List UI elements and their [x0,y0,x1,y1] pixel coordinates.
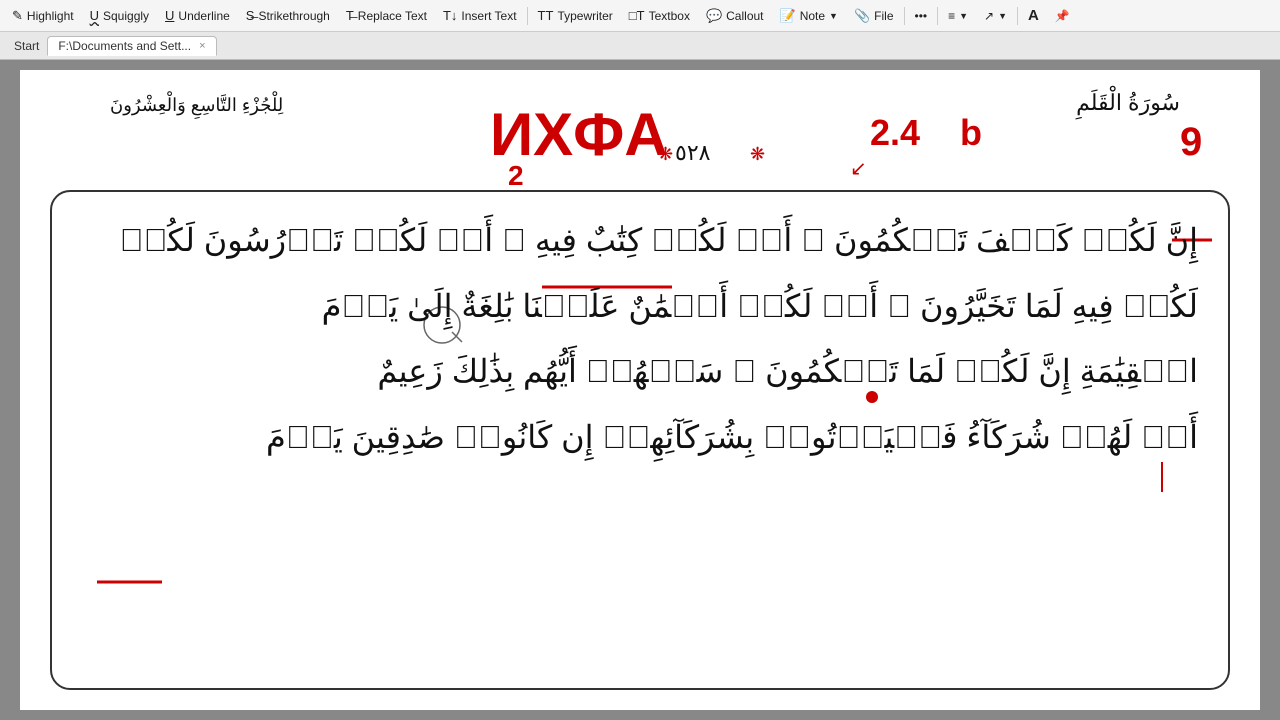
typewriter-label: Typewriter [557,9,612,23]
highlight-icon: ✎ [12,8,23,24]
arrow-dropdown-icon: ▼ [998,11,1007,21]
arabic-line-4: أَمۡ لَهُمۡ شُرَكَآءُ فَلۡيَأۡتُوا۟ بِشُ… [82,409,1198,467]
svg-text:2.4: 2.4 [870,112,920,153]
svg-text:٥٢٨: ٥٢٨ [675,140,711,165]
separator-3 [937,7,938,25]
strikethrough-label: Strikethrough [258,9,329,23]
note-icon: 📝 [780,8,796,24]
svg-text:2: 2 [508,160,524,190]
active-tab-label: F:\Documents and Sett... [58,39,191,53]
svg-text:❋: ❋ [750,144,765,164]
callout-label: Callout [726,9,763,23]
separator-2 [904,7,905,25]
document-page: سُورَةُ الْقَلَمِ لِلْجُزْءِ التَّاسِعِ … [20,70,1260,710]
callout-icon: 💬 [706,8,722,24]
arabic-line-2: لَكُمۡ فِيهِ لَمَا تَخَيَّرُونَ ۞ أَمۡ ل… [82,278,1198,336]
callout-tool[interactable]: 💬 Callout [698,5,772,27]
typewriter-icon: TT [538,8,554,23]
pin-button[interactable]: 📌 [1047,6,1078,26]
toolbar: ✎ Highlight U Squiggly U Underline S̶ St… [0,0,1280,32]
font-button[interactable]: A [1020,4,1047,27]
file-icon: 📎 [854,8,870,24]
note-dropdown-icon: ▼ [829,11,838,21]
note-tool[interactable]: 📝 Note ▼ [772,5,846,27]
separator-4 [1017,7,1018,25]
font-icon: A [1028,7,1039,24]
arrow-button[interactable]: ↗ ▼ [976,6,1015,26]
highlight-label: Highlight [27,9,74,23]
file-label: File [874,9,893,23]
start-tab[interactable]: Start [6,37,47,55]
textbox-icon: □T [629,8,645,23]
tab-close-button[interactable]: × [199,40,205,52]
squiggly-label: Squiggly [103,9,149,23]
svg-text:ИXФA: ИXФA [490,101,668,168]
strikethrough-icon: S̶ [246,8,255,23]
note-label: Note [800,9,825,23]
squiggly-tool[interactable]: U Squiggly [82,5,157,26]
svg-text:↙: ↙ [850,158,867,180]
arabic-line-1: إِنَّ لَكُمۡ كَيۡفَ تَحۡكُمُونَ ۞ أَمۡ ل… [82,212,1198,270]
textbox-label: Textbox [649,9,690,23]
active-tab[interactable]: F:\Documents and Sett... × [47,36,216,56]
layout-icon: ≡ [948,9,955,23]
layout-dropdown-icon: ▼ [959,11,968,21]
layout-button[interactable]: ≡ ▼ [940,6,976,26]
svg-text:b: b [960,112,982,153]
insert-text-icon: T↓ [443,8,457,23]
replace-text-icon: T̶ [346,8,354,23]
pin-icon: 📌 [1055,9,1070,23]
insert-text-label: Insert Text [461,9,516,23]
svg-text:❋: ❋ [658,144,673,164]
top-annotation-svg: ИXФA ❋ ❋ ٥٢٨ 2 2.4 b ↙ 9 p 2 1 9 [50,80,1230,190]
replace-text-label: Replace Text [358,9,427,23]
more-tools-button[interactable]: ••• [907,6,936,26]
top-annotations: سُورَةُ الْقَلَمِ لِلْجُزْءِ التَّاسِعِ … [50,80,1230,190]
underline-icon: U [165,8,174,23]
strikethrough-tool[interactable]: S̶ Strikethrough [238,5,338,26]
main-content: سُورَةُ الْقَلَمِ لِلْجُزْءِ التَّاسِعِ … [0,60,1280,720]
start-label: Start [14,39,39,53]
arrow-icon: ↗ [984,9,994,23]
separator-1 [527,7,528,25]
file-tool[interactable]: 📎 File [846,5,902,27]
arabic-line-3: الۡقِيَٰمَةِ إِنَّ لَكُمۡ لَمَا تَحۡكُمُ… [82,343,1198,401]
insert-text-tool[interactable]: T↓ Insert Text [435,5,525,26]
replace-text-tool[interactable]: T̶ Replace Text [338,5,435,26]
svg-text:9: 9 [1180,120,1202,164]
quran-text-box: إِنَّ لَكُمۡ كَيۡفَ تَحۡكُمُونَ ۞ أَمۡ ل… [50,190,1230,690]
typewriter-tool[interactable]: TT Typewriter [530,5,621,26]
more-icon: ••• [915,9,928,23]
tabs-bar: Start F:\Documents and Sett... × [0,32,1280,60]
underline-tool[interactable]: U Underline [157,5,238,26]
highlight-tool[interactable]: ✎ Highlight [4,5,82,27]
squiggly-icon: U [90,8,99,23]
underline-label: Underline [178,9,229,23]
textbox-tool[interactable]: □T Textbox [621,5,698,26]
